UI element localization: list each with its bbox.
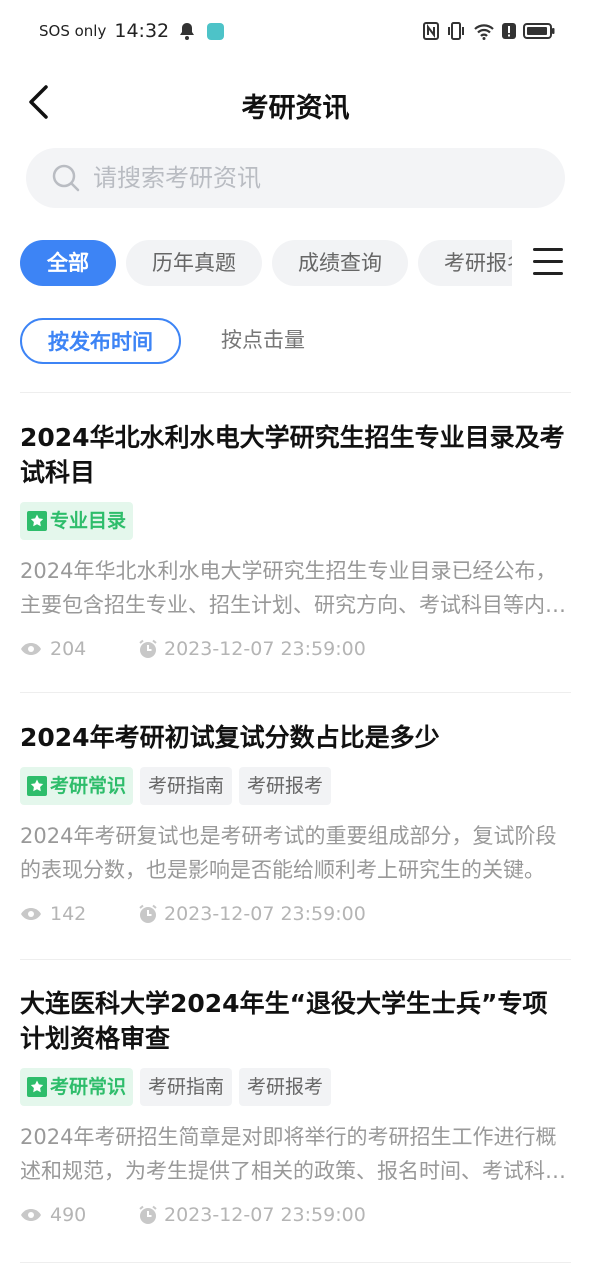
carrier-text: SOS only: [39, 22, 107, 40]
search-bar[interactable]: [26, 148, 565, 208]
menu-icon-bar: [533, 272, 563, 275]
clock-time: 14:32: [114, 20, 170, 42]
bookmark-star-icon: [27, 776, 47, 796]
category-tabs: 全部历年真题成绩查询考研报名: [20, 240, 512, 286]
tag-label: 考研常识: [50, 1076, 127, 1098]
sort-by-clicks-button[interactable]: 按点击量: [221, 318, 305, 364]
tab-past-exams[interactable]: 历年真题: [126, 240, 262, 286]
article-title: 2024华北水利水电大学研究生招生专业目录及考试科目: [20, 423, 565, 487]
article-meta: 490 2023-12-07 23:59:00: [20, 1202, 571, 1228]
eye-icon: [21, 1209, 41, 1221]
article-tags: 考研常识 考研指南 考研报考: [20, 767, 571, 805]
article-tag: 考研指南: [140, 767, 233, 805]
publish-date: 2023-12-07 23:59:00: [164, 903, 366, 925]
divider: [20, 392, 571, 393]
article-title: 2024年考研初试复试分数占比是多少: [20, 723, 440, 752]
tab-score-query[interactable]: 成绩查询: [272, 240, 408, 286]
view-count: 490: [50, 1204, 87, 1226]
publish-date: 2023-12-07 23:59:00: [164, 1204, 366, 1226]
divider: [20, 1262, 571, 1263]
alert-icon: [502, 23, 516, 39]
article-tag: 考研报考: [239, 767, 332, 805]
menu-icon-bar: [533, 260, 563, 263]
article-tags: 专业目录: [20, 502, 571, 540]
tag-label: 专业目录: [50, 510, 127, 532]
menu-icon-bar: [533, 248, 563, 251]
view-count: 204: [50, 638, 87, 660]
bookmark-star-icon: [27, 511, 47, 531]
article-title: 大连医科大学2024年生“退役大学生士兵”专项计划资格审查: [20, 989, 548, 1053]
clock-icon: [139, 1205, 157, 1224]
article-tag: 考研报考: [239, 1068, 332, 1106]
article-item[interactable]: 大连医科大学2024年生“退役大学生士兵”专项计划资格审查 考研常识 考研指南 …: [20, 986, 571, 1228]
article-summary: 2024年华北水利水电大学研究生招生专业目录已经公布，主要包含招生专业、招生计划…: [20, 559, 557, 617]
search-icon: [52, 164, 80, 192]
article-item[interactable]: 2024年考研初试复试分数占比是多少 考研常识 考研指南 考研报考 2024年考…: [20, 720, 571, 927]
article-item[interactable]: 2024华北水利水电大学研究生招生专业目录及考试科目 专业目录 2024年华北水…: [20, 420, 571, 662]
article-meta: 204 2023-12-07 23:59:00: [20, 636, 571, 662]
app-notification-icon: [207, 22, 225, 40]
bookmark-star-icon: [27, 1077, 47, 1097]
wifi-icon: [474, 24, 494, 40]
article-tags: 考研常识 考研指南 考研报考: [20, 1068, 571, 1106]
vibrate-icon: [448, 22, 464, 40]
publish-date: 2023-12-07 23:59:00: [164, 638, 366, 660]
divider: [20, 959, 571, 960]
article-summary: 2024年考研复试也是考研考试的重要组成部分，复试阶段的表现分数，也是影响是否能…: [20, 824, 557, 882]
article-tag-primary: 专业目录: [20, 502, 134, 540]
status-bar: SOS only 14:32: [0, 0, 591, 66]
article-meta: 142 2023-12-07 23:59:00: [20, 901, 571, 927]
sort-options: 按发布时间 按点击量: [20, 318, 305, 364]
bell-icon: [180, 23, 195, 40]
category-menu-button[interactable]: [533, 248, 565, 278]
sort-by-time-button[interactable]: 按发布时间: [20, 318, 181, 364]
tab-registration[interactable]: 考研报名: [418, 240, 512, 286]
tag-label: 考研常识: [50, 775, 127, 797]
nfc-icon: [423, 22, 439, 40]
eye-icon: [21, 643, 41, 655]
battery-icon: [523, 23, 555, 39]
article-tag: 考研指南: [140, 1068, 233, 1106]
clock-icon: [139, 639, 157, 658]
header: 考研资讯: [0, 66, 591, 140]
article-tag-primary: 考研常识: [20, 1068, 134, 1106]
page-title: 考研资讯: [241, 93, 350, 124]
article-tag-primary: 考研常识: [20, 767, 134, 805]
divider: [20, 692, 571, 693]
article-summary: 2024年考研招生简章是对即将举行的考研招生工作进行概述和规范，为考生提供了相关…: [20, 1125, 566, 1183]
eye-icon: [21, 908, 41, 920]
search-input[interactable]: [93, 164, 533, 192]
clock-icon: [139, 904, 157, 923]
view-count: 142: [50, 903, 87, 925]
tab-all[interactable]: 全部: [20, 240, 116, 286]
